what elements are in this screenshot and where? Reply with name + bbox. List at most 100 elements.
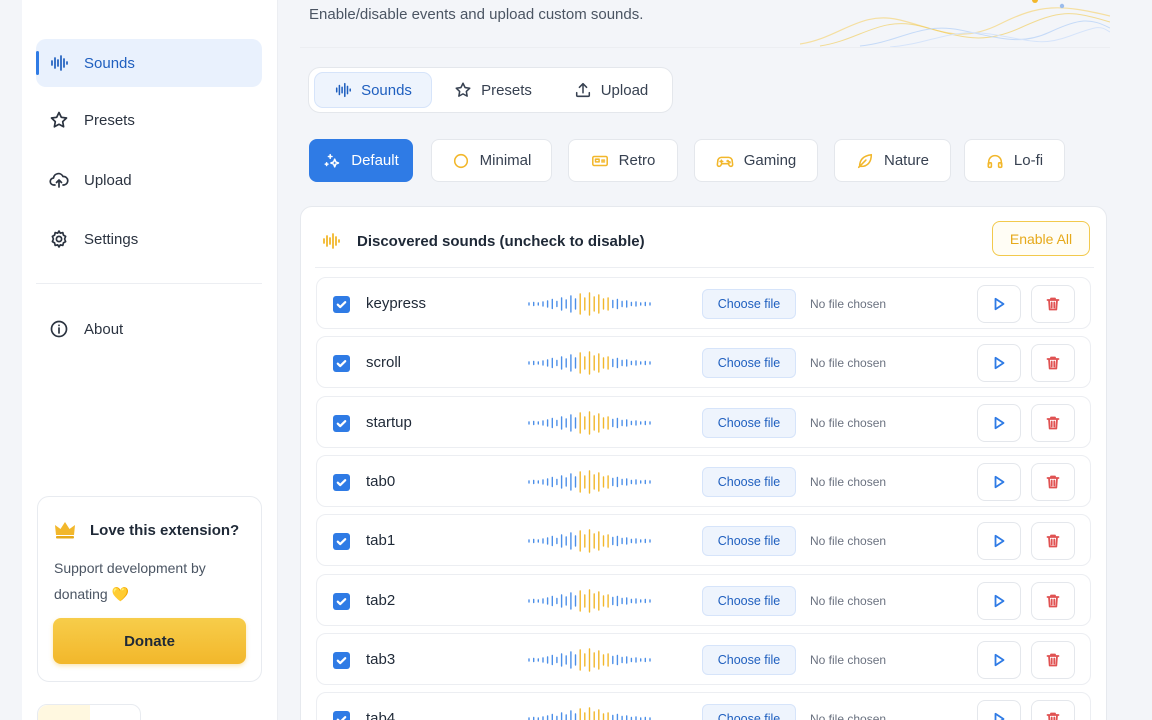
sound-name: tab2 <box>366 592 396 609</box>
preset-lofi[interactable]: Lo-fi <box>964 139 1065 182</box>
preset-minimal[interactable]: Minimal <box>431 139 552 182</box>
play-button[interactable] <box>977 582 1021 620</box>
heart-icon: 💛 <box>111 586 130 602</box>
play-button[interactable] <box>977 463 1021 501</box>
choose-file-button[interactable]: Choose file <box>702 586 796 616</box>
sidebar-item-label: About <box>84 320 124 338</box>
choose-file-button[interactable]: Choose file <box>702 704 796 720</box>
file-status: No file chosen <box>810 534 887 548</box>
header-divider <box>300 47 1110 48</box>
check-icon <box>336 360 347 368</box>
star-icon <box>455 82 471 97</box>
choose-file-button[interactable]: Choose file <box>702 289 796 319</box>
theme-toggle[interactable] <box>37 704 141 720</box>
preset-nature[interactable]: Nature <box>834 139 951 182</box>
check-icon <box>336 538 347 546</box>
sound-row: tab3 Choose file No file chosen <box>316 633 1091 685</box>
sound-wave-icon <box>323 233 340 249</box>
trash-icon <box>1046 594 1060 608</box>
trash-icon <box>1046 712 1060 720</box>
choose-file-button[interactable]: Choose file <box>702 467 796 497</box>
sound-wave-icon <box>335 82 352 98</box>
delete-button[interactable] <box>1031 582 1075 620</box>
play-button[interactable] <box>977 404 1021 442</box>
sound-row: tab4 Choose file No file chosen <box>316 692 1091 720</box>
preset-retro[interactable]: Retro <box>568 139 678 182</box>
donate-text: Support development by donating 💛 <box>54 555 254 607</box>
waveform-icon <box>528 707 651 720</box>
choose-file-button[interactable]: Choose file <box>702 526 796 556</box>
sidebar-divider <box>36 283 262 284</box>
trash-icon <box>1046 653 1060 667</box>
donate-title: Love this extension? <box>90 521 240 539</box>
choose-file-button[interactable]: Choose file <box>702 408 796 438</box>
enable-checkbox[interactable] <box>333 593 350 610</box>
sound-name: tab3 <box>366 651 396 668</box>
donate-button[interactable]: Donate <box>53 618 246 664</box>
play-button[interactable] <box>977 522 1021 560</box>
delete-button[interactable] <box>1031 700 1075 720</box>
check-icon <box>336 657 347 665</box>
check-icon <box>336 479 347 487</box>
sound-row: startup Choose file No file chosen <box>316 396 1091 448</box>
play-icon <box>994 297 1005 311</box>
waveform-icon <box>528 292 651 316</box>
enable-checkbox[interactable] <box>333 296 350 313</box>
tab-label: Presets <box>481 81 532 99</box>
tab-presets[interactable]: Presets <box>437 72 549 108</box>
waveform-icon <box>528 529 651 553</box>
view-tabs: Sounds Presets Upload <box>308 67 673 113</box>
choose-file-button[interactable]: Choose file <box>702 645 796 675</box>
tab-upload[interactable]: Upload <box>555 72 667 108</box>
waveform-icon <box>528 351 651 375</box>
play-icon <box>994 653 1005 667</box>
file-status: No file chosen <box>810 594 887 608</box>
gamepad-icon <box>716 156 734 167</box>
enable-checkbox[interactable] <box>333 652 350 669</box>
donate-card: Love this extension? Support development… <box>37 496 262 682</box>
play-button[interactable] <box>977 641 1021 679</box>
delete-button[interactable] <box>1031 404 1075 442</box>
preset-default[interactable]: Default <box>309 139 413 182</box>
delete-button[interactable] <box>1031 641 1075 679</box>
theme-toggle-active-segment <box>38 705 90 720</box>
delete-button[interactable] <box>1031 285 1075 323</box>
delete-button[interactable] <box>1031 463 1075 501</box>
star-icon <box>48 109 70 131</box>
choose-file-button[interactable]: Choose file <box>702 348 796 378</box>
enable-all-button[interactable]: Enable All <box>992 221 1090 256</box>
sound-wave-icon <box>48 52 70 74</box>
leaf-icon <box>857 153 873 168</box>
tab-sounds[interactable]: Sounds <box>314 72 432 108</box>
file-status: No file chosen <box>810 475 887 489</box>
play-button[interactable] <box>977 344 1021 382</box>
preset-gaming[interactable]: Gaming <box>694 139 818 182</box>
preset-label: Retro <box>618 152 656 169</box>
enable-checkbox[interactable] <box>333 355 350 372</box>
sound-row: scroll Choose file No file chosen <box>316 336 1091 388</box>
circle-icon <box>453 153 468 168</box>
check-icon <box>336 420 347 428</box>
play-icon <box>994 416 1005 430</box>
play-button[interactable] <box>977 285 1021 323</box>
gear-icon <box>48 228 70 250</box>
sidebar-item-sounds[interactable]: Sounds <box>36 39 262 87</box>
preset-label: Gaming <box>743 152 797 169</box>
sidebar-item-label: Presets <box>84 111 135 129</box>
enable-checkbox[interactable] <box>333 415 350 432</box>
page-description: Enable/disable events and upload custom … <box>309 6 644 23</box>
play-button[interactable] <box>977 700 1021 720</box>
sidebar-item-about[interactable]: About <box>36 305 262 353</box>
enable-checkbox[interactable] <box>333 533 350 550</box>
sidebar-item-upload[interactable]: Upload <box>36 156 262 204</box>
delete-button[interactable] <box>1031 344 1075 382</box>
delete-button[interactable] <box>1031 522 1075 560</box>
sound-name: tab4 <box>366 710 396 720</box>
sidebar-item-presets[interactable]: Presets <box>36 96 262 144</box>
crown-icon <box>55 522 75 539</box>
sidebar-item-settings[interactable]: Settings <box>36 215 262 263</box>
enable-checkbox[interactable] <box>333 711 350 720</box>
sparkles-icon <box>324 153 340 168</box>
enable-checkbox[interactable] <box>333 474 350 491</box>
sound-row: keypress Choose file No file chosen <box>316 277 1091 329</box>
